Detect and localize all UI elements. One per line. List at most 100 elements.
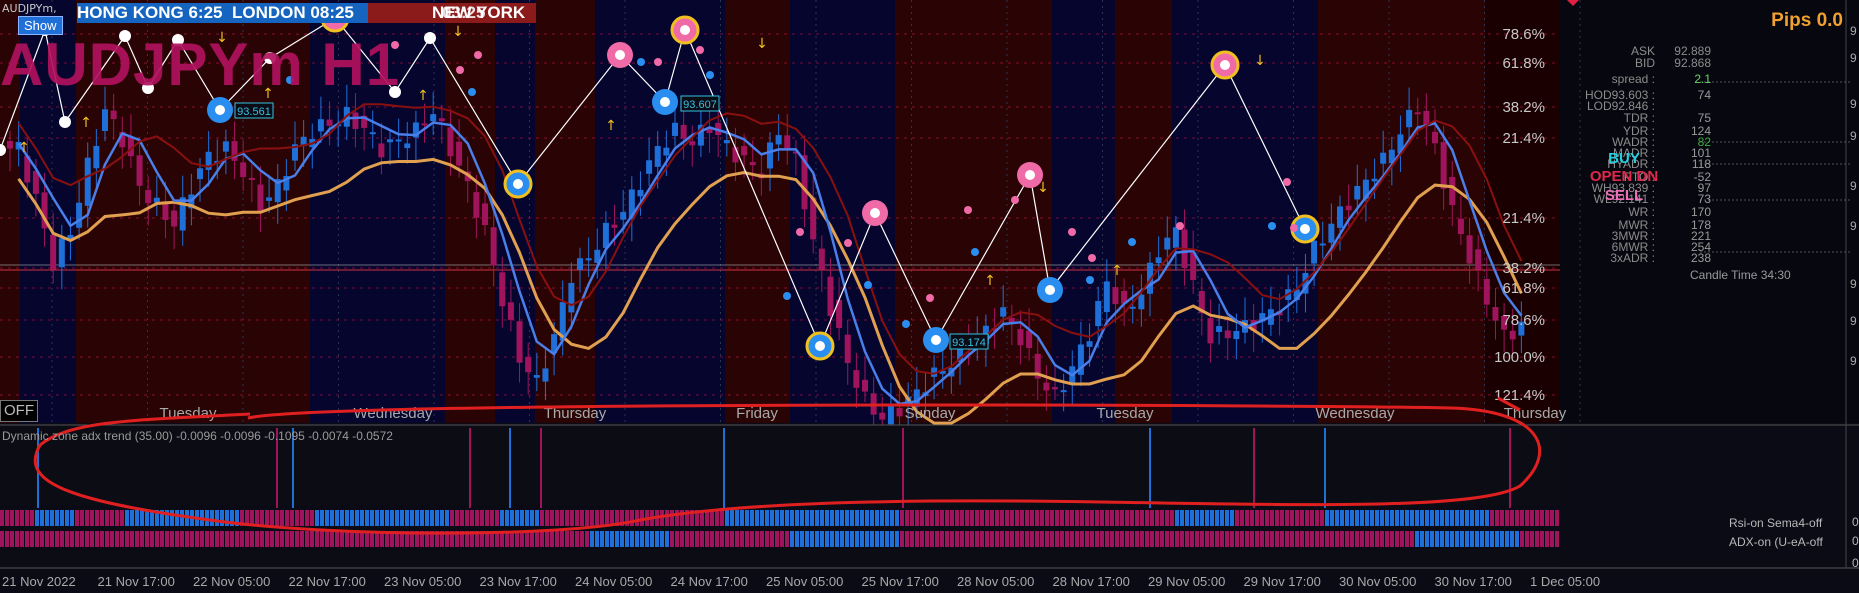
strip-cell xyxy=(1025,531,1029,547)
strip-cell xyxy=(580,510,584,526)
candle-body xyxy=(1043,382,1050,391)
strip-cell xyxy=(1215,510,1219,526)
swing-high-dot xyxy=(1025,170,1035,180)
strip-cell xyxy=(20,510,24,526)
strip-cell xyxy=(1345,510,1349,526)
strip-cell xyxy=(1340,531,1344,547)
strip-cell xyxy=(1505,510,1509,526)
pink-dot xyxy=(1068,228,1076,236)
strip-cell xyxy=(1490,510,1494,526)
day-label: Tuesday xyxy=(1097,405,1154,422)
strip-cell xyxy=(280,531,284,547)
strip-cell xyxy=(345,510,349,526)
time-label: 25 Nov 05:00 xyxy=(766,574,843,589)
swing-low-dot xyxy=(815,341,825,351)
strip-cell xyxy=(50,531,54,547)
candle-body xyxy=(1432,131,1438,144)
strip-cell xyxy=(630,510,634,526)
strip-cell xyxy=(1050,531,1054,547)
strip-cell xyxy=(1265,510,1269,526)
strip-cell xyxy=(1120,510,1124,526)
strip-cell xyxy=(400,510,404,526)
off-button[interactable]: OFF xyxy=(0,400,38,422)
strip-cell xyxy=(1190,510,1194,526)
strip-cell xyxy=(845,531,849,547)
strip-cell xyxy=(525,510,529,526)
strip-cell xyxy=(255,510,259,526)
strip-cell xyxy=(90,531,94,547)
strip-cell xyxy=(960,531,964,547)
candle-body xyxy=(1337,206,1343,228)
strip-cell xyxy=(1460,531,1464,547)
candle-body xyxy=(1233,330,1240,340)
strip-cell xyxy=(230,531,234,547)
strip-cell xyxy=(1360,510,1364,526)
strip-cell xyxy=(1445,510,1449,526)
strip-cell xyxy=(75,531,79,547)
strip-cell xyxy=(200,531,204,547)
strip-cell xyxy=(670,510,674,526)
strip-cell xyxy=(840,510,844,526)
candle-body xyxy=(240,162,247,178)
candle-body xyxy=(689,141,696,146)
sell-signal: SELL xyxy=(1604,187,1644,204)
strip-cell xyxy=(1540,531,1544,547)
strip-cell xyxy=(730,510,734,526)
strip-cell xyxy=(805,510,809,526)
strip-cell xyxy=(260,531,264,547)
strip-cell xyxy=(485,510,489,526)
strip-cell xyxy=(175,531,179,547)
strip-cell xyxy=(0,531,4,547)
strip-cell xyxy=(415,510,419,526)
strip-cell xyxy=(1515,531,1519,547)
strip-cell xyxy=(1380,510,1384,526)
strip-cell xyxy=(130,531,134,547)
candle-body xyxy=(1103,281,1110,313)
strip-cell xyxy=(1235,531,1239,547)
strip-cell xyxy=(55,531,59,547)
strip-cell xyxy=(1145,531,1149,547)
candle-body xyxy=(490,227,497,266)
strip-cell xyxy=(870,510,874,526)
strip-cell xyxy=(35,531,39,547)
strip-cell xyxy=(220,531,224,547)
strip-cell xyxy=(440,510,444,526)
candle-body xyxy=(1311,240,1318,264)
time-label: 23 Nov 05:00 xyxy=(384,574,461,589)
candle-body xyxy=(438,118,445,122)
strip-cell xyxy=(535,531,539,547)
strip-cell xyxy=(205,531,209,547)
candle-body xyxy=(1129,306,1136,309)
strip-cell xyxy=(70,531,74,547)
strip-cell xyxy=(745,531,749,547)
strip-cell xyxy=(1165,510,1169,526)
swing-low-dot xyxy=(513,179,523,189)
strip-cell xyxy=(100,531,104,547)
strip-cell xyxy=(895,510,899,526)
strip-cell xyxy=(40,531,44,547)
strip-cell xyxy=(1325,510,1329,526)
strip-cell xyxy=(710,531,714,547)
strip-cell xyxy=(1315,510,1319,526)
strip-cell xyxy=(1170,510,1174,526)
strip-cell xyxy=(120,510,124,526)
strip-cell xyxy=(1190,531,1194,547)
strip-cell xyxy=(630,531,634,547)
candle-body xyxy=(222,141,229,152)
strip-cell xyxy=(340,531,344,547)
strip-cell xyxy=(785,510,789,526)
strip-cell xyxy=(1530,510,1534,526)
strip-cell xyxy=(570,531,574,547)
strip-cell xyxy=(940,531,944,547)
strip-cell xyxy=(680,531,684,547)
buy-arrow: ↑ xyxy=(1111,263,1123,279)
strip-cell xyxy=(450,510,454,526)
candle-body xyxy=(723,140,730,144)
strip-cell xyxy=(985,510,989,526)
session-london: LONDON 08:25 xyxy=(232,3,368,23)
strip-cell xyxy=(600,510,604,526)
strip2-zero: 0 xyxy=(1852,534,1859,548)
strip-cell xyxy=(860,531,864,547)
stat-label: TDR : xyxy=(1623,111,1655,125)
session-hongkong-time: 6:25 xyxy=(188,3,223,22)
